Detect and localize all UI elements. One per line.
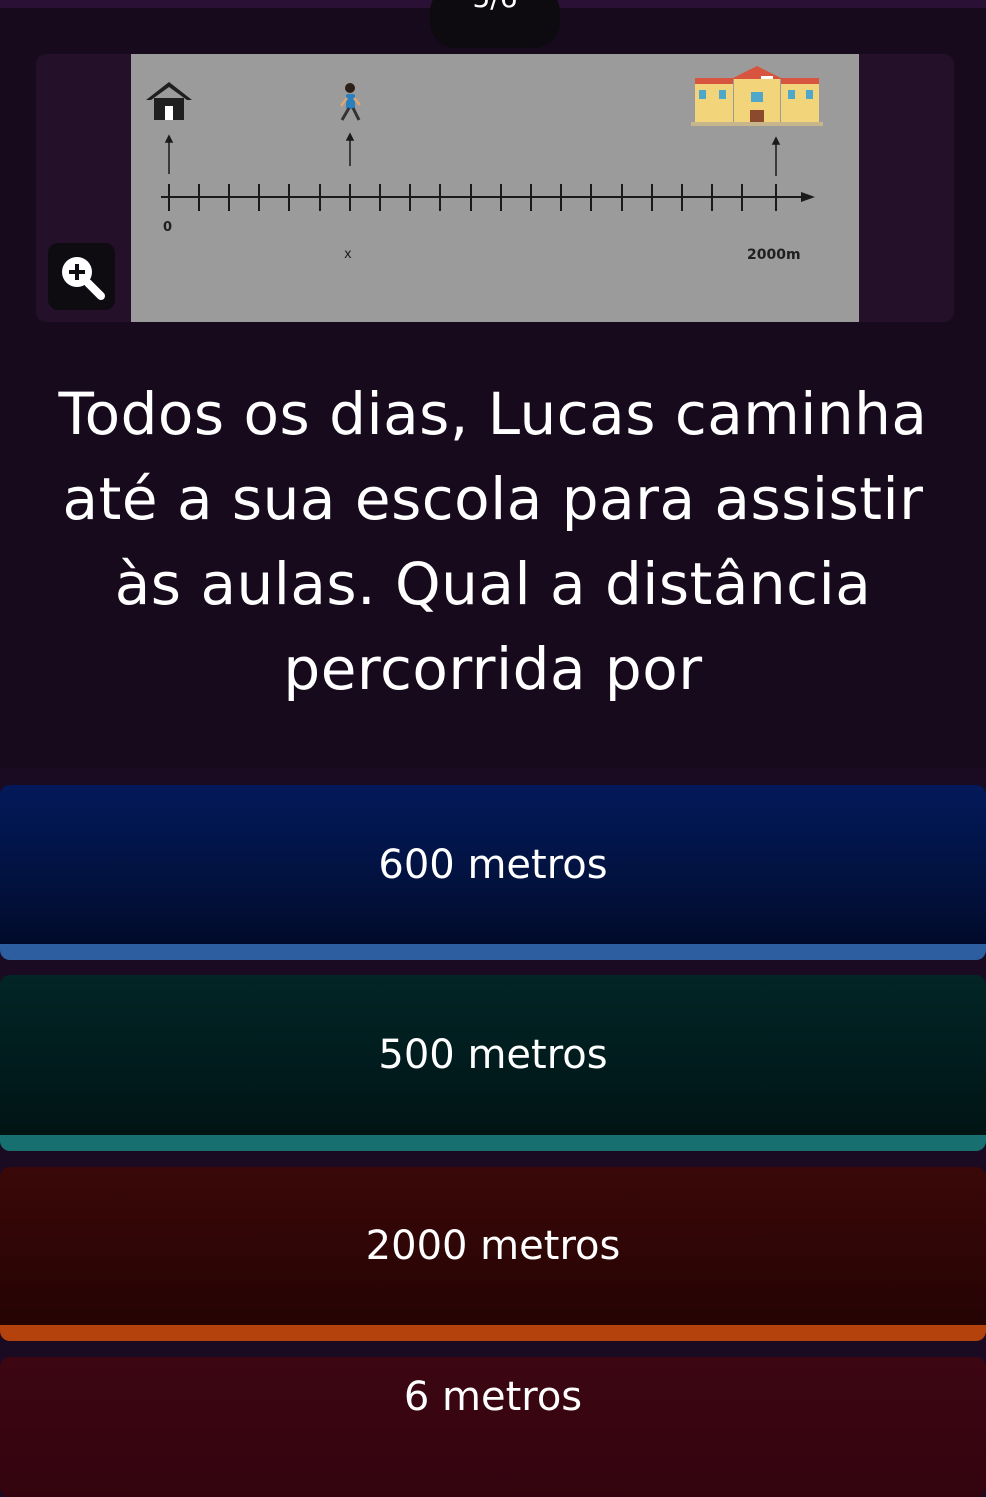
number-line-label-start: 0: [163, 220, 173, 235]
walking-person-icon: [340, 83, 361, 121]
answer-option-1[interactable]: 600 metros: [0, 785, 986, 960]
number-line-label-x: x: [344, 247, 352, 262]
answer-option-2[interactable]: 500 metros: [0, 975, 986, 1151]
answer-label: 2000 metros: [365, 1223, 621, 1269]
number-line-label-end: 2000m: [747, 247, 801, 263]
zoom-in-icon: [61, 256, 105, 300]
number-line: [161, 184, 815, 211]
school-building-icon: [691, 66, 823, 126]
house-icon: [146, 82, 192, 120]
counter-text: 5/6: [472, 0, 517, 22]
answer-option-4[interactable]: 6 metros: [0, 1357, 986, 1497]
number-line-figure[interactable]: 0 x 2000m: [131, 54, 859, 322]
question-text: Todos os dias, Lucas caminha até a sua e…: [58, 380, 928, 703]
answer-option-3[interactable]: 2000 metros: [0, 1167, 986, 1341]
zoom-button[interactable]: [48, 243, 115, 310]
number-line-svg: [146, 66, 823, 211]
pointer-arrows: [164, 132, 781, 176]
answer-label: 6 metros: [403, 1374, 583, 1420]
answer-label: 500 metros: [378, 1032, 608, 1078]
answer-label: 600 metros: [378, 841, 608, 888]
question-counter: 5/6: [430, 0, 560, 48]
